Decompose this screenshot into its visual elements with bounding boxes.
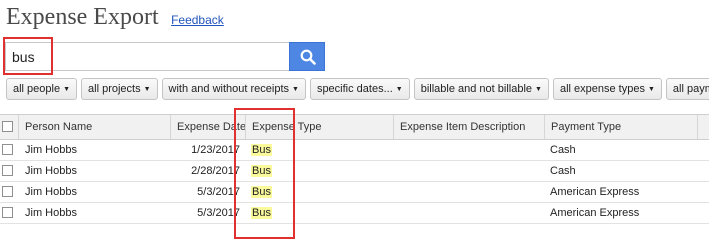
date-cell: 2/28/2017 bbox=[191, 165, 240, 177]
title-row: Expense Export Feedback bbox=[6, 4, 224, 34]
filter-label: all people bbox=[13, 83, 61, 95]
table-row[interactable]: Jim Hobbs 1/23/2017 Bus Cash bbox=[0, 140, 709, 161]
row-checkbox[interactable] bbox=[2, 165, 13, 176]
filter-label: with and without receipts bbox=[168, 83, 289, 95]
description-cell bbox=[399, 203, 539, 223]
caret-down-icon: ▼ bbox=[395, 86, 403, 93]
row-checkbox[interactable] bbox=[2, 186, 13, 197]
description-cell bbox=[399, 140, 539, 160]
row-select-cell bbox=[0, 203, 18, 223]
payment-cell: American Express bbox=[550, 186, 640, 198]
feedback-link[interactable]: Feedback bbox=[171, 13, 224, 27]
select-all-cell bbox=[0, 115, 18, 139]
date-cell: 1/23/2017 bbox=[191, 144, 240, 156]
description-cell bbox=[399, 161, 539, 181]
filter-billable[interactable]: billable and not billable ▼ bbox=[413, 78, 549, 100]
filter-bar: all people ▼ all projects ▼ with and without… bbox=[6, 78, 709, 100]
table-row[interactable]: Jim Hobbs 5/3/2017 Bus American Express bbox=[0, 203, 709, 224]
date-cell: 5/3/2017 bbox=[197, 207, 240, 219]
search-icon bbox=[300, 49, 316, 65]
column-header-person[interactable]: Person Name bbox=[18, 115, 170, 139]
search-input[interactable] bbox=[6, 43, 282, 70]
person-cell: Jim Hobbs bbox=[25, 186, 77, 198]
table-row[interactable]: Jim Hobbs 2/28/2017 Bus Cash bbox=[0, 161, 709, 182]
filter-label: all expense types bbox=[559, 83, 645, 95]
description-cell bbox=[399, 182, 539, 202]
search-box[interactable] bbox=[5, 42, 290, 71]
search-match-highlight: Bus bbox=[251, 144, 272, 156]
table-header: Person Name Expense Date Expense Type Ex… bbox=[0, 114, 709, 140]
column-header-date[interactable]: Expense Date bbox=[170, 115, 245, 139]
column-header-description[interactable]: Expense Item Description bbox=[393, 115, 544, 139]
filter-receipts[interactable]: with and without receipts ▼ bbox=[161, 78, 306, 100]
filter-label: all projects bbox=[88, 83, 141, 95]
type-cell: Bus bbox=[251, 182, 391, 202]
column-header-type[interactable]: Expense Type bbox=[245, 115, 393, 139]
expense-table: Person Name Expense Date Expense Type Ex… bbox=[0, 114, 709, 224]
person-cell: Jim Hobbs bbox=[25, 165, 77, 177]
search-match-highlight: Bus bbox=[251, 207, 272, 219]
caret-down-icon: ▼ bbox=[292, 86, 299, 93]
row-checkbox[interactable] bbox=[2, 144, 13, 155]
type-cell: Bus bbox=[251, 203, 391, 223]
caret-down-icon: ▼ bbox=[647, 86, 655, 93]
person-cell: Jim Hobbs bbox=[25, 207, 77, 219]
filter-payment[interactable]: all paym bbox=[665, 78, 709, 100]
date-cell: 5/3/2017 bbox=[197, 186, 240, 198]
column-header-filler bbox=[697, 115, 709, 139]
row-checkbox[interactable] bbox=[2, 207, 13, 218]
caret-down-icon: ▼ bbox=[63, 86, 71, 93]
type-cell: Bus bbox=[251, 161, 391, 181]
filter-label: all paym bbox=[672, 83, 709, 95]
caret-down-icon: ▼ bbox=[535, 86, 542, 93]
caret-down-icon: ▼ bbox=[143, 86, 151, 93]
person-cell: Jim Hobbs bbox=[25, 144, 77, 156]
filter-people[interactable]: all people ▼ bbox=[6, 78, 78, 100]
payment-cell: Cash bbox=[550, 144, 576, 156]
search-match-highlight: Bus bbox=[251, 186, 272, 198]
filter-projects[interactable]: all projects ▼ bbox=[81, 78, 158, 100]
table-row[interactable]: Jim Hobbs 5/3/2017 Bus American Express bbox=[0, 182, 709, 203]
select-all-checkbox[interactable] bbox=[2, 121, 13, 132]
payment-cell: Cash bbox=[550, 165, 576, 177]
filter-expense-types[interactable]: all expense types ▼ bbox=[552, 78, 662, 100]
column-header-payment[interactable]: Payment Type bbox=[544, 115, 697, 139]
search-match-highlight: Bus bbox=[251, 165, 272, 177]
row-select-cell bbox=[0, 140, 18, 160]
page-title: Expense Export bbox=[6, 4, 159, 30]
filter-label: billable and not billable bbox=[420, 83, 533, 95]
filter-label: specific dates... bbox=[316, 83, 393, 95]
filter-dates[interactable]: specific dates... ▼ bbox=[309, 78, 410, 100]
search-button[interactable] bbox=[289, 42, 325, 71]
row-select-cell bbox=[0, 161, 18, 181]
type-cell: Bus bbox=[251, 140, 391, 160]
payment-cell: American Express bbox=[550, 207, 640, 219]
row-select-cell bbox=[0, 182, 18, 202]
